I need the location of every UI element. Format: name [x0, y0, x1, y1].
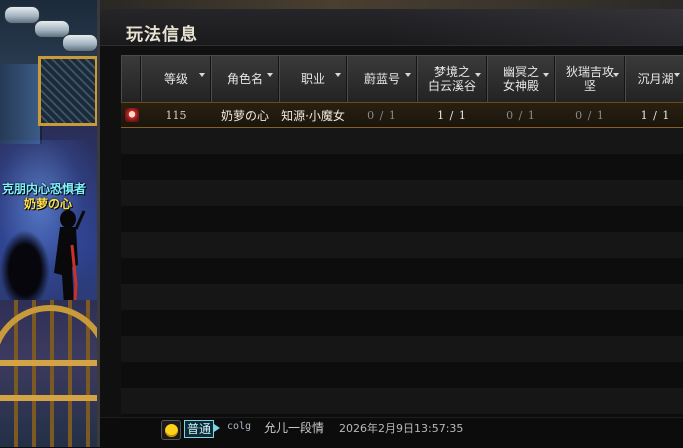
- empty-table-row: [121, 258, 683, 284]
- empty-table-row: [121, 128, 683, 154]
- column-header-diregie-raid[interactable]: 狄瑞吉攻 坚: [555, 56, 625, 102]
- cell-diregie-raid: 0 / 1: [575, 109, 605, 122]
- empty-table-row: [121, 336, 683, 362]
- column-header-dream-valley[interactable]: 梦境之 白云溪谷: [417, 56, 487, 102]
- channel-arrow-icon: [214, 424, 220, 432]
- sort-arrow-icon: [267, 73, 273, 77]
- empty-table-row: [121, 284, 683, 310]
- cell-name: 奶萝の心: [220, 109, 269, 123]
- title-bar[interactable]: 玩法信息: [100, 9, 683, 46]
- column-header-azure[interactable]: 蔚蓝号: [347, 56, 417, 102]
- crate-decor: [38, 56, 98, 126]
- sort-arrow-icon: [199, 73, 205, 77]
- character-avatar-icon: [125, 108, 139, 122]
- sort-arrow-icon: [674, 73, 680, 77]
- sort-arrow-icon: [335, 73, 341, 77]
- empty-table-row: [121, 388, 683, 414]
- sort-arrow-icon: [543, 73, 549, 77]
- chat-bar: 普通 colg 允儿一段情 2026年2月9日13:57:35: [100, 417, 683, 448]
- cell-goddess-temple: 0 / 1: [506, 109, 536, 122]
- window-title: 玩法信息: [126, 25, 198, 45]
- game-scene: 克朋内心恐惧者 奶萝の心: [0, 0, 100, 447]
- cell-level: 115: [165, 109, 187, 122]
- smiley-icon: [164, 423, 178, 437]
- barrel-decor: [4, 6, 40, 24]
- emoji-button[interactable]: [161, 420, 181, 440]
- sort-arrow-icon: [475, 73, 481, 77]
- barrel-decor: [62, 34, 98, 52]
- chat-message: 允儿一段情: [264, 421, 325, 435]
- empty-table-row: [121, 232, 683, 258]
- column-header-icon: [121, 56, 141, 102]
- empty-table-row: [121, 310, 683, 336]
- chat-timestamp: 2026年2月9日13:57:35: [339, 422, 464, 435]
- empty-table-row: [121, 206, 683, 232]
- shadow-figure: [0, 230, 50, 310]
- bridge-rail: [0, 360, 100, 366]
- top-strip: [100, 0, 683, 9]
- empty-table-row: [121, 362, 683, 388]
- play-info-table: 等级 角色名 职业 蔚蓝号 梦境之 白云溪谷 幽冥之 女神殿 狄瑞吉攻 坚 沉月…: [121, 55, 683, 440]
- sort-arrow-icon: [405, 73, 411, 77]
- empty-table-row: [121, 180, 683, 206]
- cell-job: 知源·小魔女: [281, 109, 345, 123]
- chat-sender[interactable]: colg: [227, 421, 251, 432]
- column-header-name[interactable]: 角色名: [211, 56, 279, 102]
- cell-azure: 0 / 1: [367, 109, 397, 122]
- sort-arrow-icon: [613, 73, 619, 77]
- cell-moon-lake: 1 / 1: [640, 109, 671, 122]
- column-header-goddess-temple[interactable]: 幽冥之 女神殿: [487, 56, 555, 102]
- table-header: 等级 角色名 职业 蔚蓝号 梦境之 白云溪谷 幽冥之 女神殿 狄瑞吉攻 坚 沉月…: [121, 55, 683, 103]
- column-header-moon-lake[interactable]: 沉月湖: [625, 56, 683, 102]
- empty-table-row: [121, 154, 683, 180]
- chat-channel-tag[interactable]: 普通: [184, 420, 215, 438]
- wall-decor: [0, 64, 42, 144]
- title-decoration: [383, 9, 683, 45]
- column-header-job[interactable]: 职业: [279, 56, 347, 102]
- table-row[interactable]: 115 奶萝の心 知源·小魔女 0 / 1 1 / 1 0 / 1 0 / 1 …: [121, 102, 683, 128]
- column-header-level[interactable]: 等级: [141, 56, 211, 102]
- play-info-window: 玩法信息 等级 角色名 职业 蔚蓝号 梦境之 白云溪谷 幽冥之 女神殿 狄瑞吉攻…: [97, 0, 683, 448]
- cell-dream-valley: 1 / 1: [437, 109, 467, 122]
- bridge-rail: [0, 395, 100, 401]
